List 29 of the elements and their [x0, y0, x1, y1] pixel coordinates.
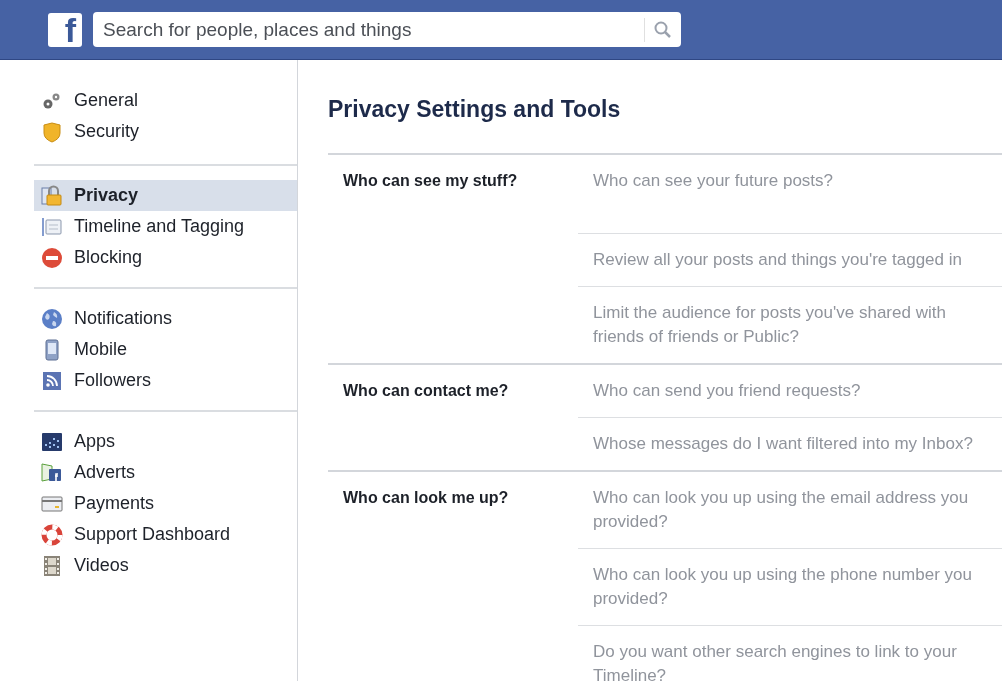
sidebar-item[interactable]: Payments [34, 488, 297, 519]
logo[interactable]: f [48, 12, 82, 47]
sidebar-item[interactable]: Timeline and Tagging [34, 211, 297, 242]
rss-icon [41, 369, 63, 392]
lock-icon [41, 184, 63, 207]
section-heading: Who can contact me? [342, 380, 510, 401]
sidebar-item[interactable]: Blocking [34, 242, 297, 273]
page-title: Privacy Settings and Tools [328, 95, 622, 124]
sidebar-item[interactable]: Notifications [34, 303, 297, 334]
search-icon[interactable] [654, 20, 672, 39]
section-heading: Who can see my stuff? [342, 170, 519, 191]
sidebar-item[interactable]: Support Dashboard [34, 519, 297, 550]
lifebuoy-icon [41, 523, 63, 546]
section-heading: Who can look me up? [342, 487, 510, 508]
shield-icon [41, 120, 63, 143]
sidebar-item[interactable]: Adverts [34, 457, 297, 488]
no-entry-icon [41, 246, 63, 269]
sidebar-item[interactable]: General [34, 85, 297, 116]
sidebar-item[interactable]: Apps [34, 426, 297, 457]
film-icon [41, 554, 63, 577]
sidebar-item[interactable]: Privacy [34, 180, 297, 211]
sidebar-item[interactable]: Videos [34, 550, 297, 581]
globe-icon [41, 307, 63, 330]
sidebar-item[interactable]: Followers [34, 365, 297, 396]
timeline-icon [41, 215, 63, 238]
sidebar-item[interactable]: Security [34, 116, 297, 147]
grid-icon [41, 430, 63, 453]
ad-icon [41, 461, 63, 484]
sidebar-item[interactable]: Mobile [34, 334, 297, 365]
